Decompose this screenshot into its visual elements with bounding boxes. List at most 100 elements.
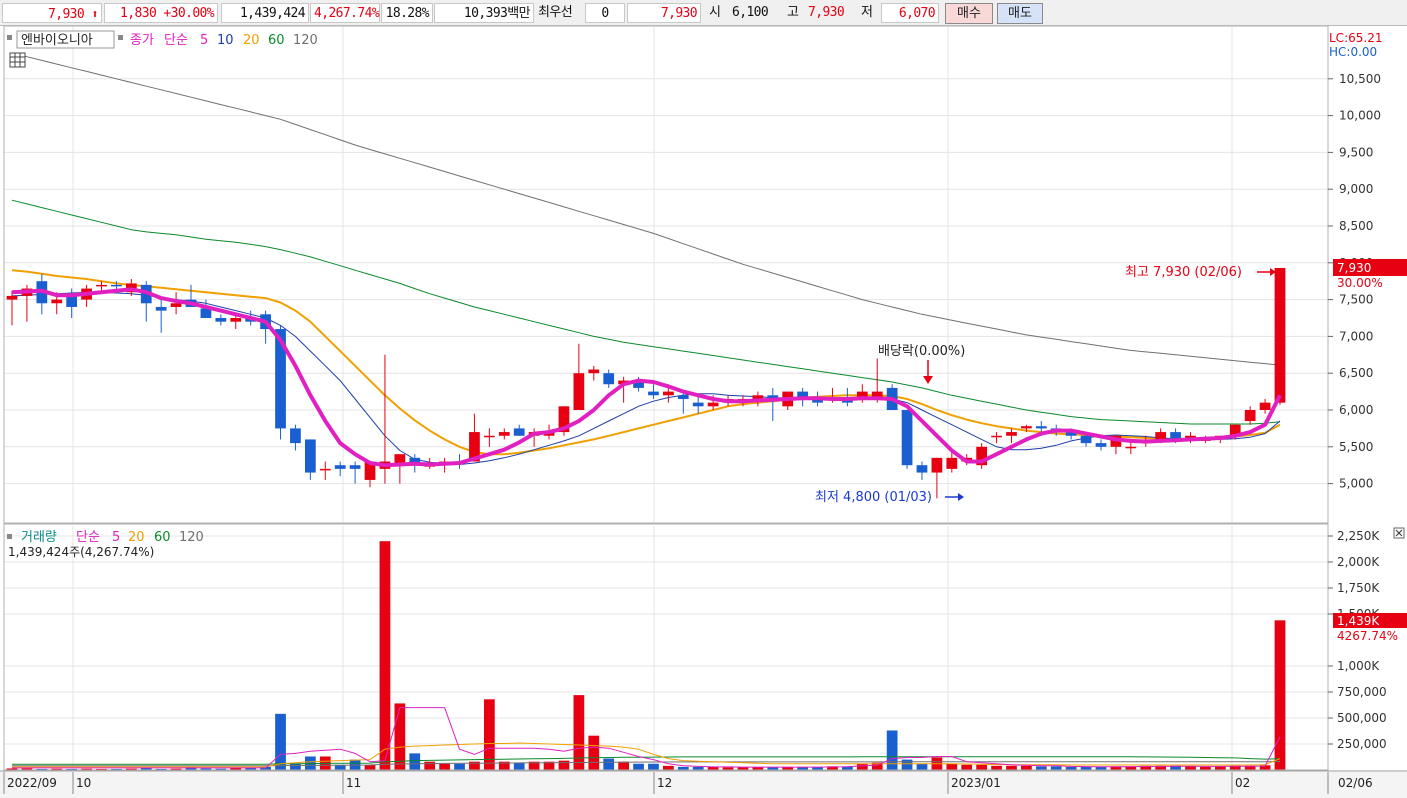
candle-body [170, 303, 182, 307]
candle-body [230, 318, 242, 322]
volume-tick-label: 750,000 [1337, 685, 1387, 699]
candle-body [1095, 443, 1107, 447]
candle-body [588, 369, 600, 374]
legend-ma20: 20 [243, 33, 260, 48]
x-tick-label: 11 [346, 776, 361, 790]
legend-ma10: 10 [217, 33, 234, 48]
stock-name: 엔바이오니아 [21, 33, 93, 48]
volume-bar [946, 763, 958, 770]
volume-bar [961, 764, 973, 770]
price-tick-label: 7,500 [1339, 293, 1373, 307]
volume-tick-label: 1,000K [1337, 659, 1380, 673]
candle-body [991, 435, 1002, 438]
volume-bar [618, 761, 629, 770]
volume-tick-label: 250,000 [1337, 737, 1387, 751]
price-tick-label: 5,000 [1339, 477, 1373, 491]
price-tick-label: 9,000 [1339, 182, 1373, 196]
candle-body [677, 395, 689, 399]
candle-body [648, 391, 659, 396]
x-tick-label: 02 [1235, 776, 1250, 790]
candle-body [483, 435, 495, 438]
candle-body [304, 439, 316, 473]
priority-value: 0 [585, 3, 625, 23]
price-tick-label: 8,500 [1339, 219, 1373, 233]
candle-body [1006, 432, 1017, 436]
sell-button[interactable]: 매도 [997, 3, 1043, 24]
high-annotation: 최고 7,930 (02/06) [1125, 265, 1242, 280]
candle-body [334, 465, 346, 469]
volume-bar [1274, 620, 1286, 770]
candle-body [931, 457, 943, 473]
candle-body [155, 306, 167, 311]
price-tick-label: 10,000 [1339, 109, 1381, 123]
volume-tick-label: 1,750K [1337, 581, 1380, 595]
vol-summary: 1,439,424주(4,267.74%) [8, 545, 154, 559]
legend-marker-2 [118, 35, 123, 40]
vol-legend-ma5: 5 [112, 530, 120, 545]
volume-bar [588, 735, 600, 770]
volume-bar [454, 763, 465, 770]
table-grid-icon[interactable] [9, 52, 26, 68]
time-axis-bg [0, 772, 1407, 798]
candle-body [1259, 402, 1271, 410]
volume-bar [275, 713, 286, 770]
volume-bar [409, 753, 421, 770]
vol-legend-ma20: 20 [128, 530, 145, 545]
candle-body [215, 318, 227, 322]
priority-price: 7,930 [627, 3, 701, 23]
price-value: 7,930 [48, 7, 85, 22]
candle-body [707, 402, 719, 407]
volume-bar [1050, 766, 1062, 770]
candle-body [573, 373, 585, 410]
candle-body [663, 391, 674, 396]
x-tick-label: 2022/09 [7, 776, 57, 790]
candle-body [513, 428, 525, 436]
volume-bar [603, 758, 615, 770]
candle-body [1080, 435, 1092, 444]
dividend-annotation: 배당락(0.00%) [878, 344, 965, 359]
legend-marker [7, 35, 12, 40]
candle-body [603, 373, 615, 385]
volume-bar [573, 695, 585, 770]
volume-bar [1185, 766, 1196, 770]
price-tick-label: 6,000 [1339, 403, 1373, 417]
volume-bar [290, 763, 301, 770]
volume-tick-label: 2,000K [1337, 555, 1380, 569]
candle-body [319, 468, 331, 471]
high-value: 7,930 [808, 5, 845, 20]
candle-body [1244, 410, 1256, 422]
candle-body [1125, 446, 1137, 449]
volume-bar [394, 703, 406, 770]
buy-button[interactable]: 매수 [945, 3, 993, 24]
price-tick-label: 5,500 [1339, 440, 1373, 454]
candle-body [1155, 432, 1167, 440]
current-volume-pct-tag: 4267.74% [1337, 629, 1398, 643]
open-label: 시 [709, 5, 721, 20]
x-tick-label: 2023/01 [951, 776, 1001, 790]
close-panel-icon[interactable] [1393, 527, 1405, 539]
volume-bar [991, 765, 1002, 770]
volume-bar [648, 763, 659, 770]
candle-body [901, 410, 913, 466]
x-tick-label: 12 [657, 776, 672, 790]
change-value: 1,830 [120, 6, 157, 21]
open-value: 6,100 [732, 5, 769, 20]
current-volume-tag-text: 1,439K [1337, 614, 1380, 628]
x-tick-label: 10 [76, 776, 91, 790]
low-annotation: 최저 4,800 (01/03) [815, 490, 932, 505]
price-tick-label: 9,500 [1339, 145, 1373, 159]
volume-bar [1021, 765, 1032, 770]
candle-body [51, 299, 63, 304]
quote-toolbar: 7,930 ⬆ 1,830 +30.00% 1,439,424 4,267.74… [0, 0, 1407, 26]
candle-body [1035, 426, 1047, 429]
change-pct-value: +30.00% [163, 6, 214, 21]
price-tick-label: 7,000 [1339, 329, 1373, 343]
vol-legend-ma60: 60 [154, 530, 171, 545]
low-value: 6,070 [881, 3, 939, 23]
low-label: 저 [861, 5, 873, 20]
volume-bar [558, 760, 570, 770]
lc-label: LC:65.21 [1329, 31, 1382, 45]
volume-bar [1214, 766, 1226, 770]
priority-label: 최우선 [538, 5, 573, 20]
candle-body [946, 457, 958, 469]
